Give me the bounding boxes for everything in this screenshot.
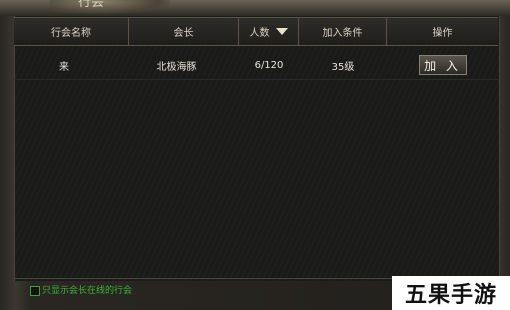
col-guild-name-label: 行会名称 [51,28,91,39]
col-guild-name[interactable]: 行会名称 [14,18,129,45]
table-row[interactable]: 来 北极海豚 6/120 35级 加 入 [14,51,498,80]
guild-name-cell: 来 [59,61,69,73]
action-cell: 加 入 [387,51,498,79]
condition-cell: 35级 [331,61,355,73]
col-condition-label: 加入条件 [322,28,363,39]
col-action-label: 操作 [432,28,453,39]
col-members[interactable]: 人数 [239,18,299,45]
leader-cell: 北极海豚 [156,61,197,73]
col-condition[interactable]: 加入条件 [299,18,387,45]
window-title: 行会 [78,0,105,10]
title-ornament [50,0,170,14]
col-members-label: 人数 [249,28,270,39]
online-only-checkbox[interactable] [30,286,40,296]
sort-down-icon[interactable] [275,28,288,35]
col-action: 操作 [387,18,498,45]
online-only-label[interactable]: 只显示会长在线的行会 [42,285,132,297]
watermark-logo: 五果手游 [392,276,510,310]
table-header: 行会名称 会长 人数 加入条件 操作 [14,17,498,46]
col-leader-label: 会长 [173,28,194,39]
col-leader[interactable]: 会长 [129,18,239,45]
members-cell: 6/120 [254,59,284,71]
join-guild-button[interactable]: 加 入 [418,55,467,75]
